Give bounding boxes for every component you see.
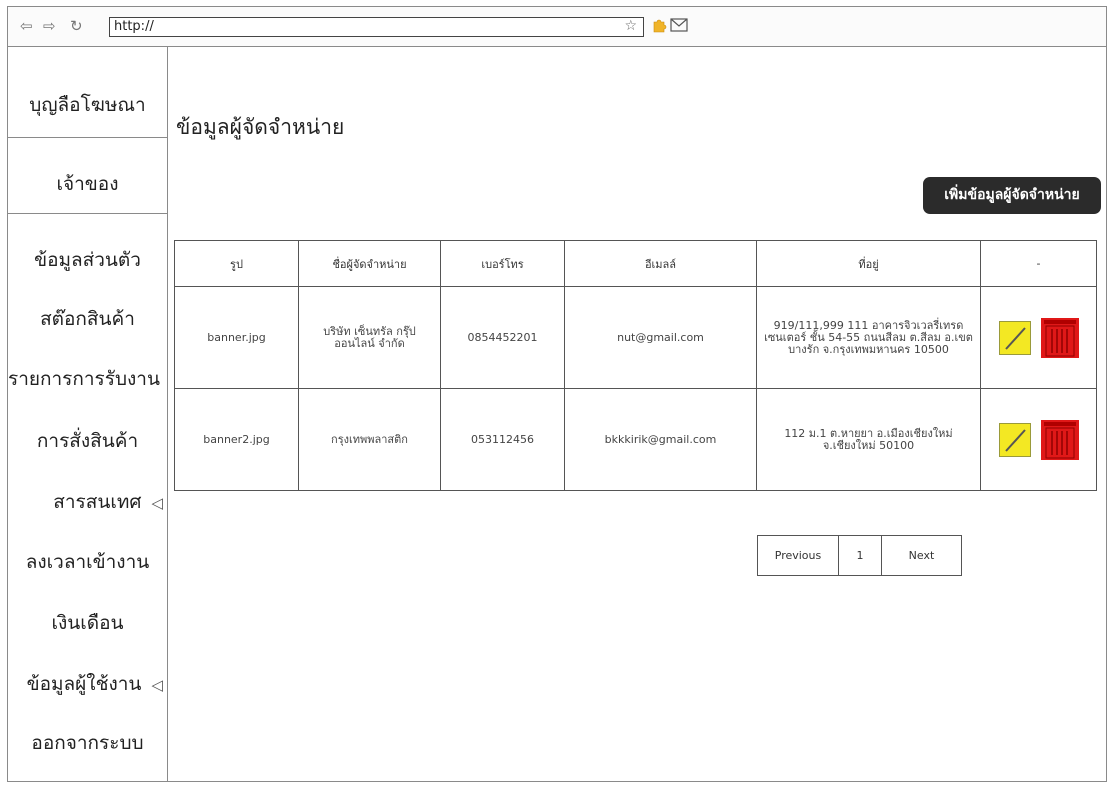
table-row: banner2.jpg กรุงเทพพลาสติก 053112456 bkk… (174, 388, 1097, 491)
cell-address: 919/111,999 111 อาคารจิวเวลรี่เทรด เซนเต… (756, 286, 981, 389)
sidebar-item-label: สารสนเทศ (53, 491, 142, 513)
table-row: banner.jpg บริษัท เซ็นทรัล กรุ๊ป ออนไลน์… (174, 286, 1097, 389)
mail-icon[interactable] (670, 18, 688, 32)
sidebar-item-salary[interactable]: เงินเดือน (8, 608, 167, 638)
column-header-actions: - (980, 240, 1097, 287)
sidebar-item-reports[interactable]: สารสนเทศ ◁ (8, 487, 167, 517)
sidebar-item-stock[interactable]: สต๊อกสินค้า (8, 304, 167, 334)
column-header-name: ชื่อผู้จัดจำหน่าย (298, 240, 441, 287)
cell-email: nut@gmail.com (564, 286, 757, 389)
sidebar-item-label: เงินเดือน (51, 612, 124, 634)
sidebar-brand[interactable]: บุญลือโฆษณา (8, 90, 167, 120)
sidebar-item-profile[interactable]: ข้อมูลส่วนตัว (8, 245, 167, 275)
sidebar-item-label: การสั่งสินค้า (36, 430, 139, 452)
cell-actions (980, 286, 1097, 389)
star-icon[interactable]: ☆ (624, 18, 637, 34)
sidebar-item-label: ข้อมูลส่วนตัว (34, 249, 141, 271)
address-bar[interactable]: http:// ☆ (109, 17, 644, 37)
back-arrow-icon[interactable]: ⇦ (20, 18, 33, 34)
refresh-icon[interactable]: ↻ (70, 18, 83, 34)
sidebar-divider (8, 137, 167, 138)
sidebar: บุญลือโฆษณา เจ้าของ ข้อมูลส่วนตัว สต๊อกส… (8, 47, 168, 781)
next-page-button[interactable]: Next (882, 536, 961, 575)
trash-icon (1043, 319, 1076, 356)
puzzle-extension-icon[interactable] (651, 17, 667, 33)
cell-name: บริษัท เซ็นทรัล กรุ๊ป ออนไลน์ จำกัด (298, 286, 441, 389)
page-number-button[interactable]: 1 (839, 536, 882, 575)
cell-image: banner2.jpg (174, 388, 299, 491)
previous-page-button[interactable]: Previous (758, 536, 839, 575)
sidebar-item-label: รายการการรับงาน (8, 368, 160, 390)
cell-address: 112 ม.1 ต.หายยา อ.เมืองเชียงใหม่ จ.เชียง… (756, 388, 981, 491)
url-text: http:// (114, 19, 154, 34)
trash-icon (1043, 421, 1076, 458)
sidebar-item-jobs[interactable]: รายการการรับงาน (8, 364, 167, 394)
supplier-table: รูป ชื่อผู้จัดจำหน่าย เบอร์โทร อีเมลล์ ท… (174, 240, 1097, 491)
sidebar-divider (8, 213, 167, 214)
cell-actions (980, 388, 1097, 491)
cell-name: กรุงเทพพลาสติก (298, 388, 441, 491)
column-header-address: ที่อยู่ (756, 240, 981, 287)
edit-button[interactable] (998, 422, 1031, 457)
sidebar-item-label: ออกจากระบบ (31, 732, 144, 754)
sidebar-item-orders[interactable]: การสั่งสินค้า (8, 426, 167, 456)
sidebar-item-logout[interactable]: ออกจากระบบ (8, 728, 167, 758)
add-supplier-button[interactable]: เพิ่มข้อมูลผู้จัดจำหน่าย (923, 177, 1101, 214)
table-header-row: รูป ชื่อผู้จัดจำหน่าย เบอร์โทร อีเมลล์ ท… (174, 240, 1097, 287)
pencil-icon (1004, 428, 1026, 452)
sidebar-owner[interactable]: เจ้าของ (8, 169, 167, 199)
sidebar-item-users[interactable]: ข้อมูลผู้ใช้งาน ◁ (8, 669, 167, 699)
pagination: Previous 1 Next (757, 535, 962, 576)
forward-arrow-icon[interactable]: ⇨ (43, 18, 56, 34)
sidebar-item-timeclock[interactable]: ลงเวลาเข้างาน (8, 547, 167, 577)
sidebar-item-label: ข้อมูลผู้ใช้งาน (26, 673, 142, 695)
column-header-image: รูป (174, 240, 299, 287)
page-title: ข้อมูลผู้จัดจำหน่าย (176, 115, 345, 139)
cell-email: bkkkirik@gmail.com (564, 388, 757, 491)
column-header-phone: เบอร์โทร (440, 240, 565, 287)
app-window: ⇦ ⇨ ↻ http:// ☆ บุญลือโฆษณา เจ้าของ ข้อม… (7, 6, 1107, 782)
sidebar-item-label: ลงเวลาเข้างาน (25, 551, 150, 573)
sidebar-item-label: สต๊อกสินค้า (40, 308, 135, 330)
pencil-icon (1004, 326, 1026, 350)
delete-button[interactable] (1040, 317, 1079, 358)
edit-button[interactable] (998, 320, 1031, 355)
cell-image: banner.jpg (174, 286, 299, 389)
cell-phone: 053112456 (440, 388, 565, 491)
caret-left-icon: ◁ (151, 494, 163, 512)
delete-button[interactable] (1040, 419, 1079, 460)
browser-toolbar: ⇦ ⇨ ↻ http:// ☆ (8, 7, 1106, 47)
caret-left-icon: ◁ (151, 676, 163, 694)
cell-phone: 0854452201 (440, 286, 565, 389)
column-header-email: อีเมลล์ (564, 240, 757, 287)
